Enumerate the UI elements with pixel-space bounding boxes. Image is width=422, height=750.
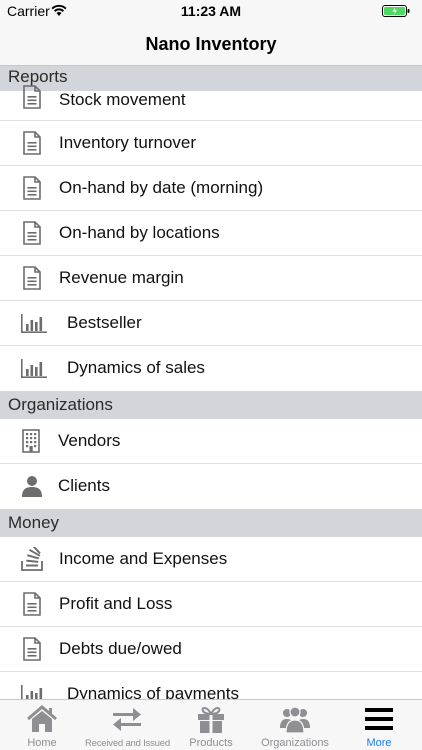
tab-home[interactable]: Home bbox=[0, 700, 84, 750]
list-item-revenue-margin[interactable]: Revenue margin bbox=[0, 256, 422, 301]
list-item-label: Revenue margin bbox=[59, 268, 184, 287]
person-icon bbox=[22, 476, 42, 497]
list-item-bestseller[interactable]: Bestseller bbox=[0, 301, 422, 346]
list-item-vendors[interactable]: Vendors bbox=[0, 419, 422, 464]
stack-icon bbox=[21, 547, 43, 571]
gift-icon bbox=[198, 707, 224, 733]
list-item-label: Vendors bbox=[58, 431, 121, 450]
document-icon bbox=[23, 592, 41, 616]
bar-chart-icon bbox=[21, 359, 47, 378]
section-header-reports: Reports bbox=[0, 66, 422, 91]
document-icon bbox=[23, 221, 41, 245]
bar-chart-icon bbox=[21, 685, 43, 699]
document-icon bbox=[23, 637, 41, 661]
list-item-label: Stock movement bbox=[59, 90, 186, 109]
list-item-label: Dynamics of sales bbox=[67, 358, 205, 377]
list-item-label: Profit and Loss bbox=[59, 594, 173, 613]
list-item-on-hand-by-date[interactable]: On-hand by date (morning) bbox=[0, 166, 422, 211]
document-icon bbox=[23, 85, 41, 109]
document-icon bbox=[23, 131, 41, 155]
people-icon bbox=[280, 706, 310, 734]
list-item-dynamics-of-sales[interactable]: Dynamics of sales bbox=[0, 346, 422, 391]
list-item-on-hand-by-locations[interactable]: On-hand by locations bbox=[0, 211, 422, 256]
status-bar: Carrier 11:23 AM bbox=[0, 0, 422, 22]
menu-icon bbox=[365, 708, 393, 730]
document-icon bbox=[23, 176, 41, 200]
section-header-organizations: Organizations bbox=[0, 391, 422, 419]
page-title: Nano Inventory bbox=[145, 34, 277, 54]
tab-label: Organizations bbox=[261, 737, 329, 749]
list-item-clients[interactable]: Clients bbox=[0, 464, 422, 509]
tab-products[interactable]: Products bbox=[169, 700, 253, 750]
list-item-stock-movement[interactable]: Stock movement bbox=[0, 85, 422, 121]
list-item-inventory-turnover[interactable]: Inventory turnover bbox=[0, 121, 422, 166]
list-item-profit-and-loss[interactable]: Profit and Loss bbox=[0, 582, 422, 627]
list-item-dynamics-of-payments[interactable]: Dynamics of payments bbox=[0, 672, 422, 699]
section-header-money: Money bbox=[0, 509, 422, 537]
list-item-label: On-hand by date (morning) bbox=[59, 178, 264, 197]
tab-received-and-issued[interactable]: Received and Issued bbox=[85, 700, 170, 750]
bar-chart-icon bbox=[21, 314, 47, 333]
list-item-label: Debts due/owed bbox=[59, 639, 182, 658]
battery-icon bbox=[382, 5, 410, 17]
list-item-label: Inventory turnover bbox=[59, 133, 197, 152]
list-item-debts-due-owed[interactable]: Debts due/owed bbox=[0, 627, 422, 672]
tab-label: Home bbox=[27, 737, 57, 749]
tab-label: Products bbox=[189, 737, 233, 749]
list-item-label: Dynamics of payments bbox=[67, 684, 239, 699]
menu-list[interactable]: Reports Stock movement Inventory turnove… bbox=[0, 66, 422, 699]
list-item-label: Income and Expenses bbox=[59, 549, 228, 568]
list-item-label: Clients bbox=[58, 476, 110, 495]
transfer-arrows-icon bbox=[113, 708, 141, 731]
navigation-bar: Nano Inventory bbox=[0, 22, 422, 66]
list-item-income-and-expenses[interactable]: Income and Expenses bbox=[0, 537, 422, 582]
tab-organizations[interactable]: Organizations bbox=[253, 700, 337, 750]
building-icon bbox=[22, 429, 40, 453]
tab-label: Received and Issued bbox=[85, 738, 170, 749]
tab-more[interactable]: More bbox=[337, 700, 421, 750]
home-icon bbox=[27, 705, 57, 732]
document-icon bbox=[23, 266, 41, 290]
tab-bar: Home Received and Issued Products Organi… bbox=[0, 699, 422, 750]
tab-label: More bbox=[366, 737, 392, 749]
list-item-label: On-hand by locations bbox=[59, 223, 220, 242]
list-item-label: Bestseller bbox=[67, 313, 142, 332]
clock: 11:23 AM bbox=[180, 3, 242, 19]
